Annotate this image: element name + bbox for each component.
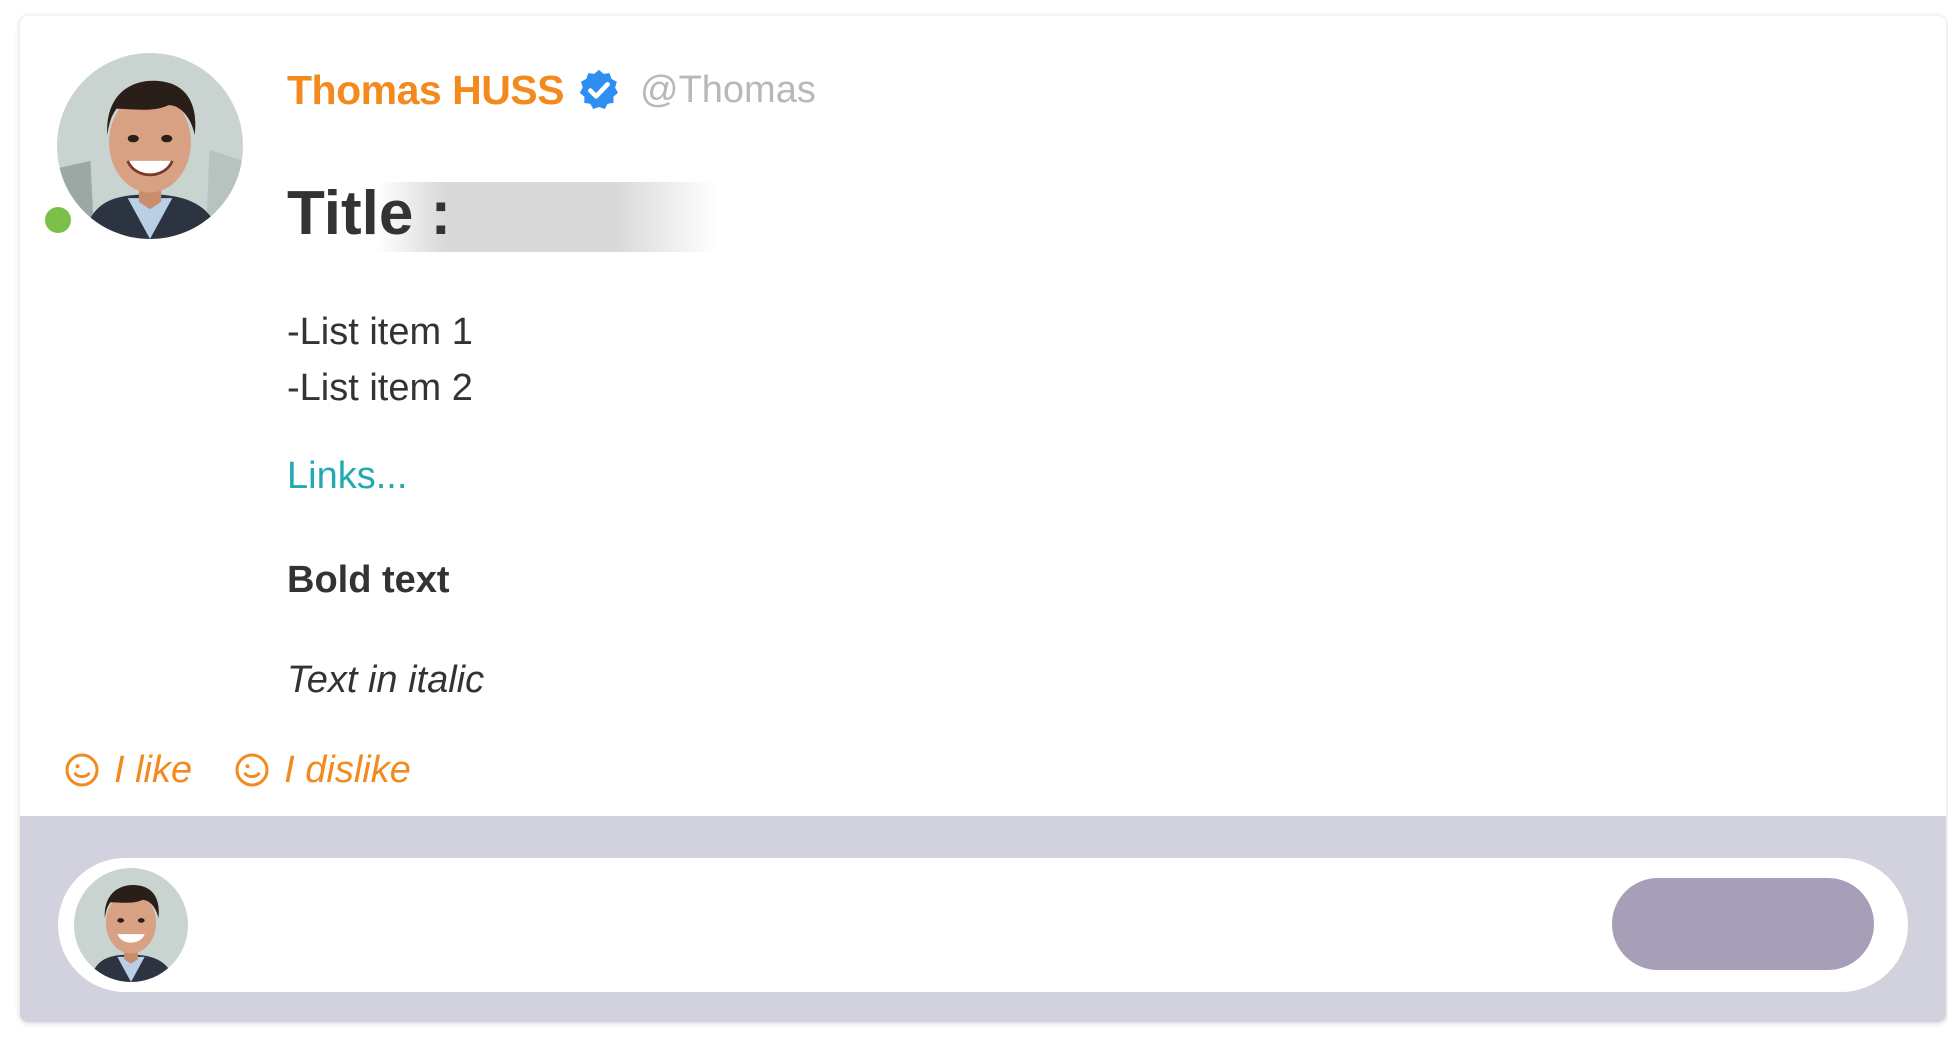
dislike-button[interactable]: I dislike (234, 749, 411, 792)
author-avatar[interactable] (57, 53, 243, 239)
smiley-icon (65, 753, 99, 787)
post-card: Thomas HUSS @Thomas Title : -List item 1… (20, 16, 1946, 1022)
like-button[interactable]: I like (64, 749, 192, 792)
commenter-avatar (74, 868, 188, 982)
comment-bar (20, 816, 1946, 1022)
send-comment-button[interactable] (1612, 878, 1874, 970)
like-label: I like (114, 748, 193, 791)
post-header: Thomas HUSS @Thomas (287, 60, 816, 120)
smiley-icon (235, 753, 269, 787)
italic-text: Text in italic (287, 659, 485, 701)
comment-input[interactable] (58, 858, 1908, 992)
post-link[interactable]: Links... (287, 448, 407, 504)
bold-text: Bold text (287, 559, 450, 601)
post-title: Title : (287, 179, 452, 248)
post-title-row: Title : (287, 164, 717, 264)
reactions-bar: I like I dislike (64, 742, 453, 798)
post-list: -List item 1 -List item 2 (287, 304, 473, 416)
dislike-label: I dislike (284, 748, 411, 791)
author-handle[interactable]: @Thomas (640, 69, 816, 112)
online-status-dot (45, 207, 71, 233)
list-item: -List item 1 (287, 311, 473, 353)
author-name[interactable]: Thomas HUSS (287, 67, 565, 114)
list-item: -List item 2 (287, 367, 473, 409)
author-avatar-wrap (45, 53, 243, 239)
verified-badge-icon (576, 67, 622, 113)
